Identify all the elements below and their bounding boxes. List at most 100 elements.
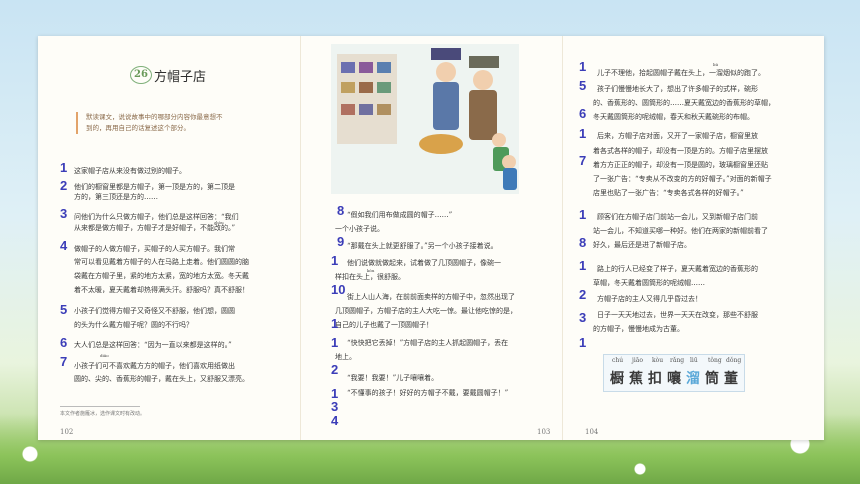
text-line: 他们的橱窗里都是方帽子，第一顶是方的，第二顶是 [74,183,235,191]
hat-shop-illustration [331,44,519,194]
text-line: “我要！我要！”儿子嚷嚷着。 [347,374,439,382]
text-line: 顾客们在方帽子店门前站一会儿，又到新帽子店门前 [597,213,758,221]
handwritten-number: 8 [337,203,345,218]
text-line: 方帽子店的主人又得几乎昏过去！ [597,295,702,303]
text-line: “快快把它丢掉！”方帽子店的主人抓起圆帽子，丢在 [347,339,509,347]
text-line: 从来都是做方帽子，方帽子才是好帽子，不能改的。” [74,224,236,232]
page-103: “假如我们用布做成圆的帽子……” 一个小孩子说。 “那戴在头上就更舒服了。”另一… [300,36,563,440]
footnote: 本文作者施雁冰，选作课文时有改动。 [60,411,146,417]
handwritten-number: 8 [579,235,587,250]
text-line: 地上。 [335,353,356,361]
footnote-rule [60,406,140,407]
handwritten-number: 2 [331,362,339,377]
handwritten-number: 1 [60,160,68,175]
text-line: 日子一天天地过去，世界一天天在改变，那些不舒服 [597,311,758,319]
text-line: 儿子不理他，拾起圆帽子戴在头上，一溜烟似的跑了。 [597,69,765,77]
page-number: 102 [60,428,74,436]
text-line: 他们说做就做起来，试着做了几顶圆帽子，像碗一 [347,259,501,267]
text-line: 路上的行人已经变了样子，夏天戴着宽边的香蕉形的 [597,265,758,273]
text-line: 做帽子的人做方帽子，买帽子的人买方帽子。我们常 [74,245,235,253]
handwritten-number: 10 [331,282,346,297]
text-line: 大人们总是这样回答：“因为一直以来都是这样的。” [74,341,232,349]
hint-line: 到的，再用自己的话复述这个部分。 [86,124,190,132]
text-line: 着方方正正的帽子，却没有一顶是圆的，玻璃橱窗里还贴 [593,161,768,169]
new-character: 筒 [705,371,719,387]
hat-shop-illustration-svg [331,44,519,194]
handwritten-number: 4 [331,413,339,428]
handwritten-number: 6 [579,106,587,121]
text-line: 圆的、尖的、香蕉形的帽子，戴在头上，又舒服又漂亮。 [74,375,249,383]
handwritten-number: 1 [579,59,587,74]
text-line: 小孩子们可不喜欢戴方方的帽子，他们喜欢用纸做出 [74,362,235,370]
handwritten-number: 1 [579,258,587,273]
new-character: 橱 [610,371,624,387]
handwritten-number: 1 [331,335,339,350]
handwritten-number: 7 [579,153,587,168]
new-character: 嚷 [667,371,681,387]
text-line: 袋戴在方帽子里，紧的地方太紧，宽的地方太宽。冬天戴 [74,272,249,280]
new-character: 蕉 [629,371,643,387]
handwritten-number: 7 [60,354,68,369]
text-line: 着各式各样的帽子，却没有一顶是方的。方帽子店里摆放 [593,147,768,155]
text-line: 冬天戴圆筒形的呢绒帽，春天和秋天戴碗形的布帽。 [593,113,754,121]
text-line: “假如我们用布做成圆的帽子……” [347,211,453,219]
ruby-text: diāo [100,353,109,358]
page-number: 104 [585,428,599,436]
pinyin-label: rǎng [670,357,685,364]
ruby-text: zhòu [214,220,224,225]
new-character: 扣 [648,371,662,387]
pinyin-label: liū [690,357,698,364]
page-number: 103 [537,428,551,436]
text-line: 了一张广告：“专卖从不改变的方的好帽子。”对面的新帽子 [593,175,772,183]
text-line: 店里也贴了一张广告：“专卖各式各样的好帽子。” [593,189,744,197]
pinyin-label: chú [612,357,624,364]
lesson-title: 方帽子店 [154,70,207,85]
pinyin-label: tǒng [708,357,722,364]
pinyin-label: jiāo [632,357,643,364]
lesson-number-badge: 26 [130,66,152,84]
handwritten-number: 1 [331,253,339,268]
text-line: “不懂事的孩子！好好的方帽子不戴，要戴圆帽子！” [347,389,509,397]
hint-line: 默读课文，说说故事中的哪部分内容你最意想不 [86,113,223,121]
handwritten-number: 4 [60,238,68,253]
handwritten-number: 3 [331,399,339,414]
handwritten-number: 9 [337,234,345,249]
page-104: 儿子不理他，拾起圆帽子戴在头上，一溜烟似的跑了。 liū 孩子们慢慢地长大了，想… [562,36,825,440]
text-line: 站一会儿，不知道买哪一种好。他们在两家的新帽前看了 [593,227,768,235]
text-line: 这家帽子店从来没有做过别的帽子。 [74,167,186,175]
text-line: 着不太暖，夏天戴着却热得满头汗。舒服吗？真不舒服！ [74,286,249,294]
text-line: 的、香蕉形的、圆筒形的……夏天戴宽边的香蕉形的草帽， [593,99,775,107]
reading-hint: 默读课文，说说故事中的哪部分内容你最意想不 到的，再用自己的话复述这个部分。 [76,112,276,134]
text-line: 孩子们慢慢地长大了，想出了许多帽子的式样，碗形 [597,85,758,93]
handwritten-number: 5 [60,302,68,317]
text-line: 街上人山人海，在前前面卖样的方帽子中，忽然出现了 [347,293,515,301]
textbook-spread: 26 方帽子店 默读课文，说说故事中的哪部分内容你最意想不 到的，再用自己的话复… [38,36,824,440]
ruby-text: kòu [367,268,375,273]
page-102: 26 方帽子店 默读课文，说说故事中的哪部分内容你最意想不 到的，再用自己的话复… [38,36,300,440]
handwritten-number: 1 [579,207,587,222]
text-line: “那戴在头上就更舒服了。”另一个小孩子接着说。 [347,242,498,250]
handwritten-number: 1 [579,335,587,350]
text-line: 方的，第三顶还是方的…… [74,193,158,201]
text-line: 几顶圆帽子，方帽子店的主人大吃一惊。最让他吃惊的是， [335,307,517,315]
handwritten-number: 2 [60,178,68,193]
text-line: 的头为什么戴方帽子呢？圆的不行吗？ [74,321,193,329]
ruby-text: liū [713,62,719,67]
text-line: 自己的儿子也戴了一顶圆帽子！ [335,321,433,329]
handwritten-number: 3 [579,310,587,325]
text-line: 常可以看见戴着方帽子的人在马路上走着。他们圆圆的脑 [74,258,249,266]
text-line: 一个小孩子说。 [335,225,384,233]
handwritten-number: 5 [579,78,587,93]
new-character: 董 [724,371,738,387]
text-line: 好久，最后还是进了新帽子店。 [593,241,691,249]
handwritten-number: 1 [331,316,339,331]
handwritten-number: 3 [60,206,68,221]
text-line: 样扣在头上，很舒服。 [335,273,405,281]
handwritten-number: 1 [579,126,587,141]
new-words-card: chú jiāo kòu rǎng liū tǒng dǒng 橱 蕉 扣 嚷 … [603,354,745,392]
pinyin-label: kòu [652,357,664,364]
text-line: 小孩子们觉得方帽子又奇怪又不舒服，他们想，圆圆 [74,307,235,315]
text-line: 草帽，冬天戴着圆筒形的呢绒帽…… [593,279,705,287]
pinyin-label: dǒng [726,357,742,364]
text-line: 的方帽子，慢慢地成为古董。 [593,325,684,333]
